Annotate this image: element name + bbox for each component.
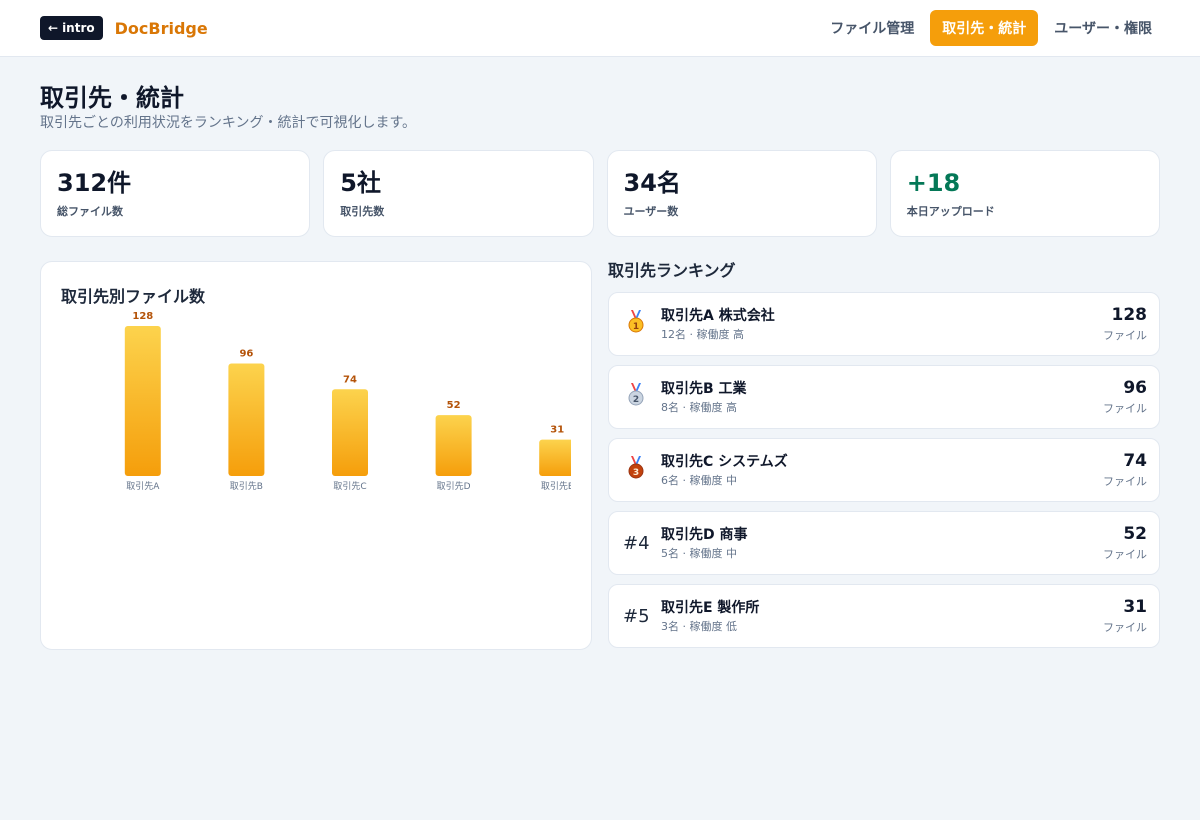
nav-item-files[interactable]: ファイル管理	[822, 10, 922, 46]
rank-badge: 1	[623, 309, 649, 339]
intro-label: intro	[62, 21, 95, 35]
stat-label: 取引先数	[340, 205, 385, 218]
rank-count: 31 ファイル	[1103, 597, 1147, 635]
ranking-item[interactable]: 3 取引先C システムズ 6名 · 稼働度 中 74 ファイル	[608, 438, 1160, 502]
brand-logo: DocBridge	[114, 18, 208, 38]
ranking-item[interactable]: 1 取引先A 株式会社 12名 · 稼働度 高 128 ファイル	[608, 292, 1160, 356]
intro-back-button[interactable]: ← intro	[40, 16, 103, 40]
stat-label: ユーザー数	[623, 205, 679, 218]
brand-area: ← intro DocBridge	[40, 16, 208, 40]
svg-text:3: 3	[633, 468, 639, 478]
stat-card-today-uploads: +18 本日アップロード	[889, 150, 1160, 237]
rank-badge: #5	[623, 605, 650, 627]
rank-badge: #4	[623, 532, 650, 554]
stat-value: 5社	[340, 169, 381, 197]
rank-count: 128 ファイル	[1103, 305, 1147, 343]
x-tick-label: 取引先C	[333, 480, 366, 492]
nav-item-users-permissions[interactable]: ユーザー・権限	[1046, 10, 1160, 46]
rank-meta: 6名 · 稼働度 中	[661, 473, 737, 487]
ranking-list: 1 取引先A 株式会社 12名 · 稼働度 高 128 ファイル 2 取引先B …	[608, 292, 1160, 648]
silver-medal-icon: 2	[626, 382, 646, 412]
rank-unit: ファイル	[1103, 621, 1147, 634]
lower-section: 取引先別ファイル数 128 取引先A 96 取引先B 74 取引先C 52 取引先D 31 取引先…	[40, 261, 1160, 650]
rank-badge: 2	[623, 382, 649, 412]
rank-file-count: 52	[1123, 524, 1147, 544]
bar-取引先D	[435, 415, 472, 476]
rank-name: 取引先C システムズ	[661, 453, 788, 470]
rank-info: 取引先D 商事 5名 · 稼働度 中	[661, 526, 1103, 561]
rank-info: 取引先C システムズ 6名 · 稼働度 中	[661, 453, 1103, 488]
rank-unit: ファイル	[1103, 548, 1147, 561]
bar-value-label: 128	[132, 311, 153, 322]
bar-value-label: 31	[550, 425, 564, 436]
x-tick-label: 取引先A	[126, 480, 160, 492]
stat-label: 総ファイル数	[57, 205, 123, 218]
stat-card-total-files: 312件 総ファイル数	[40, 150, 311, 237]
x-tick-label: 取引先D	[437, 480, 471, 492]
bar-chart-card: 取引先別ファイル数 128 取引先A 96 取引先B 74 取引先C 52 取引先D 31 取引先…	[40, 261, 592, 650]
stat-value: 312件	[57, 169, 132, 197]
rank-badge: 3	[623, 455, 649, 485]
bar-value-label: 52	[447, 400, 461, 411]
main-nav: ファイル管理 取引先・統計 ユーザー・権限	[822, 10, 1160, 46]
bar-取引先A	[124, 326, 161, 476]
svg-text:2: 2	[633, 395, 639, 405]
rank-count: 96 ファイル	[1103, 378, 1147, 416]
rank-info: 取引先A 株式会社 12名 · 稼働度 高	[661, 307, 1103, 342]
rank-name: 取引先E 製作所	[661, 599, 760, 616]
stat-label: 本日アップロード	[906, 205, 995, 218]
main-content: 取引先・統計 取引先ごとの利用状況をランキング・統計で可視化します。 312件 …	[0, 57, 1200, 650]
stat-card-partners: 5社 取引先数	[323, 150, 594, 237]
gold-medal-icon: 1	[626, 309, 646, 339]
page-title: 取引先・統計	[40, 84, 184, 112]
stat-card-users: 34名 ユーザー数	[606, 150, 877, 237]
chart-title: 取引先別ファイル数	[61, 287, 206, 306]
top-bar: ← intro DocBridge ファイル管理 取引先・統計 ユーザー・権限	[0, 0, 1200, 57]
bar-取引先B	[228, 363, 265, 476]
rank-file-count: 128	[1111, 305, 1148, 325]
rank-meta: 5名 · 稼働度 中	[661, 546, 737, 560]
rank-info: 取引先B 工業 8名 · 稼働度 高	[661, 380, 1103, 415]
stat-value: +18	[906, 169, 961, 197]
ranking-item[interactable]: #4 取引先D 商事 5名 · 稼働度 中 52 ファイル	[608, 511, 1160, 575]
ranking-title: 取引先ランキング	[608, 261, 736, 280]
rank-name: 取引先B 工業	[661, 380, 747, 397]
rank-name: 取引先D 商事	[661, 526, 748, 543]
arrow-left-icon: ←	[48, 21, 59, 35]
rank-file-count: 31	[1123, 597, 1147, 617]
rank-meta: 8名 · 稼働度 高	[661, 400, 737, 414]
ranking-item[interactable]: #5 取引先E 製作所 3名 · 稼働度 低 31 ファイル	[608, 584, 1160, 648]
bar-取引先E	[539, 439, 571, 476]
rank-meta: 12名 · 稼働度 高	[661, 327, 744, 341]
rank-file-count: 96	[1123, 378, 1147, 398]
stat-value: 34名	[623, 169, 681, 197]
rank-file-count: 74	[1123, 451, 1147, 471]
rank-unit: ファイル	[1103, 475, 1147, 488]
x-tick-label: 取引先E	[541, 480, 571, 492]
rank-unit: ファイル	[1103, 402, 1147, 415]
stats-row: 312件 総ファイル数 5社 取引先数 34名 ユーザー数 +18 本日アップロ…	[40, 150, 1160, 237]
ranking-section: 取引先ランキング 1 取引先A 株式会社 12名 · 稼働度 高 128 ファイ…	[608, 261, 1160, 650]
nav-item-partners-stats[interactable]: 取引先・統計	[930, 10, 1039, 46]
bar-chart: 128 取引先A 96 取引先B 74 取引先C 52 取引先D 31 取引先E	[124, 311, 571, 492]
bronze-medal-icon: 3	[626, 455, 646, 485]
rank-name: 取引先A 株式会社	[661, 307, 775, 324]
bar-value-label: 96	[239, 349, 253, 360]
bar-value-label: 74	[343, 374, 357, 385]
rank-info: 取引先E 製作所 3名 · 稼働度 低	[661, 599, 1103, 634]
rank-count: 74 ファイル	[1103, 451, 1147, 489]
page-subtitle: 取引先ごとの利用状況をランキング・統計で可視化します。	[40, 115, 417, 131]
ranking-item[interactable]: 2 取引先B 工業 8名 · 稼働度 高 96 ファイル	[608, 365, 1160, 429]
x-tick-label: 取引先B	[230, 480, 263, 492]
svg-text:1: 1	[633, 322, 639, 332]
rank-count: 52 ファイル	[1103, 524, 1147, 562]
rank-unit: ファイル	[1103, 329, 1147, 342]
bar-取引先C	[332, 389, 368, 476]
rank-meta: 3名 · 稼働度 低	[661, 619, 737, 633]
